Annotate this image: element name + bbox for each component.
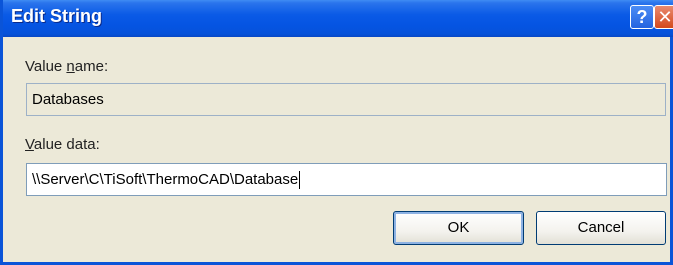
dialog-title: Edit String: [11, 6, 102, 26]
value-data-text: \\Server\C\TiSoft\ThermoCAD\Database: [32, 171, 299, 188]
close-icon: ✕: [657, 7, 673, 27]
ok-button[interactable]: OK: [393, 211, 524, 245]
value-data-label: Value data:: [25, 136, 100, 153]
value-name-label: Value name:: [25, 58, 108, 75]
help-button[interactable]: ?: [630, 5, 654, 29]
value-name-text: Databases: [32, 91, 104, 108]
value-data-label-accelerator: V: [25, 136, 34, 153]
title-bar[interactable]: Edit String ? ✕: [3, 0, 673, 37]
edit-string-dialog: Edit String ? ✕ Value name: Databases Va…: [0, 0, 673, 265]
value-name-label-prefix: Value: [25, 58, 67, 75]
value-name-field[interactable]: Databases: [26, 83, 666, 116]
value-name-label-accelerator: n: [66, 58, 75, 75]
close-button[interactable]: ✕: [654, 5, 673, 29]
value-name-label-suffix: ame:: [74, 58, 109, 75]
value-data-input[interactable]: \\Server\C\TiSoft\ThermoCAD\Database: [26, 163, 667, 196]
question-mark-icon: ?: [636, 7, 648, 27]
cancel-button[interactable]: Cancel: [536, 211, 666, 245]
text-caret: [299, 171, 301, 190]
value-data-label-suffix: alue data:: [33, 136, 100, 153]
